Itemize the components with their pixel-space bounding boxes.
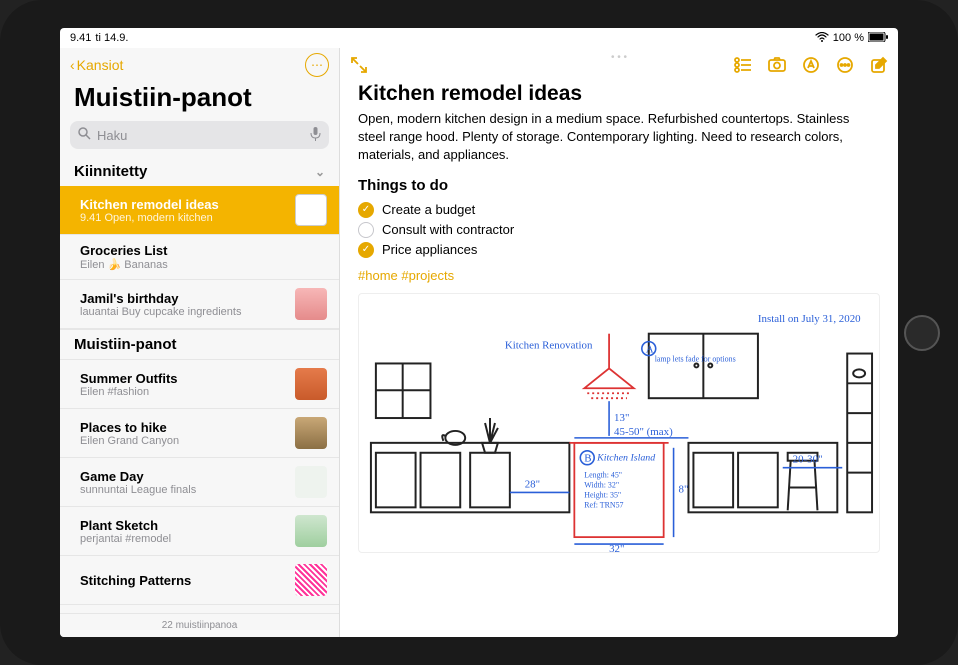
pinned-label: Kiinnitetty — [74, 163, 147, 180]
compose-icon[interactable] — [870, 56, 888, 74]
note-count: 22 muistiinpanoa — [60, 613, 339, 637]
more-icon[interactable] — [836, 56, 854, 74]
wifi-icon — [815, 32, 829, 45]
note-item-kitchen[interactable]: Kitchen remodel ideas 9.41 Open, modern … — [60, 186, 339, 235]
dim-28: 28" — [525, 478, 540, 490]
status-time: 9.41 — [70, 32, 91, 44]
note-item-outfits[interactable]: Summer Outfits Eilen #fashion — [60, 360, 339, 409]
circle-a: A — [646, 343, 654, 355]
note-subtitle: perjantai #remodel — [80, 533, 287, 545]
sidebar-title: Muistiin-panot — [60, 78, 339, 121]
checklist-item[interactable]: ✓ Price appliances — [358, 240, 880, 260]
note-thumbnail — [295, 417, 327, 449]
note-thumbnail — [295, 466, 327, 498]
note-subtitle: sunnuntai League finals — [80, 484, 287, 496]
note-body[interactable]: Kitchen remodel ideas Open, modern kitch… — [340, 82, 898, 637]
dim-32: 32" — [609, 543, 624, 552]
search-input[interactable]: Haku — [70, 121, 329, 149]
back-button[interactable]: ‹ Kansiot — [70, 57, 123, 73]
checkbox-checked-icon[interactable]: ✓ — [358, 242, 374, 258]
status-date: ti 14.9. — [95, 32, 128, 44]
note-title: Groceries List — [80, 243, 327, 258]
checklist-icon[interactable] — [734, 56, 752, 74]
drag-handle-icon[interactable]: • • • — [611, 52, 627, 63]
dim-8: 8" — [679, 483, 689, 495]
checkbox-checked-icon[interactable]: ✓ — [358, 202, 374, 218]
note-subtitle: Eilen 🍌 Bananas — [80, 258, 327, 271]
microphone-icon[interactable] — [310, 127, 321, 144]
content-pane: • • • — [340, 48, 898, 637]
checkbox-unchecked-icon[interactable] — [358, 222, 374, 238]
note-title: Places to hike — [80, 420, 287, 435]
camera-icon[interactable] — [768, 56, 786, 74]
search-icon — [78, 127, 91, 143]
sketch-install-date: Install on July 31, 2020 — [758, 312, 861, 324]
note-tags[interactable]: #home #projects — [358, 268, 880, 283]
note-title: Jamil's birthday — [80, 291, 287, 306]
note-list[interactable]: Kitchen remodel ideas 9.41 Open, modern … — [60, 186, 339, 613]
dim-45-50: 45-50" (max) — [614, 425, 673, 437]
checklist: ✓ Create a budget Consult with contracto… — [358, 200, 880, 260]
things-heading: Things to do — [358, 177, 880, 194]
note-item-gameday[interactable]: Game Day sunnuntai League finals — [60, 458, 339, 507]
checklist-label: Consult with contractor — [382, 222, 514, 237]
notes-label: Muistiin-panot — [74, 336, 176, 353]
dim-13: 13" — [614, 412, 629, 424]
sidebar: ‹ Kansiot ⋯ Muistiin-panot Haku — [60, 48, 340, 637]
note-title: Stitching Patterns — [80, 573, 287, 588]
notes-section-header[interactable]: Muistiin-panot — [60, 329, 339, 360]
note-title: Summer Outfits — [80, 371, 287, 386]
battery-percent: 100 % — [833, 32, 864, 44]
note-description: Open, modern kitchen design in a medium … — [358, 110, 880, 165]
lamp-note: lamp lets fade for options — [655, 354, 736, 363]
note-item-birthday[interactable]: Jamil's birthday lauantai Buy cupcake in… — [60, 280, 339, 329]
markup-icon[interactable] — [802, 56, 820, 74]
note-item-groceries[interactable]: Groceries List Eilen 🍌 Bananas — [60, 235, 339, 280]
expand-icon[interactable] — [350, 56, 368, 74]
note-item-hike[interactable]: Places to hike Eilen Grand Canyon — [60, 409, 339, 458]
note-thumbnail — [295, 515, 327, 547]
chevron-left-icon: ‹ — [70, 57, 75, 73]
chevron-down-icon: ⌄ — [315, 165, 325, 179]
checklist-label: Create a budget — [382, 202, 475, 217]
note-item-plant[interactable]: Plant Sketch perjantai #remodel — [60, 507, 339, 556]
note-subtitle: Eilen #fashion — [80, 386, 287, 398]
checklist-item[interactable]: Consult with contractor — [358, 220, 880, 240]
island-label: Kitchen Island — [596, 452, 655, 463]
checklist-item[interactable]: ✓ Create a budget — [358, 200, 880, 220]
note-subtitle: 9.41 Open, modern kitchen — [80, 212, 287, 224]
note-subtitle: lauantai Buy cupcake ingredients — [80, 306, 287, 318]
note-thumbnail — [295, 194, 327, 226]
sketch-title: Kitchen Renovation — [505, 339, 593, 351]
circle-b: B — [584, 452, 591, 464]
note-subtitle: Eilen Grand Canyon — [80, 435, 287, 447]
search-placeholder: Haku — [97, 128, 127, 143]
ipad-frame: 9.41 ti 14.9. 100 % ‹ Kansiot — [0, 0, 958, 665]
main-area: ‹ Kansiot ⋯ Muistiin-panot Haku — [60, 48, 898, 637]
note-heading: Kitchen remodel ideas — [358, 82, 880, 106]
dim-20-30: 20-30" — [793, 453, 823, 465]
pinned-section-header[interactable]: Kiinnitetty ⌄ — [60, 157, 339, 186]
note-title: Game Day — [80, 469, 287, 484]
note-title: Kitchen remodel ideas — [80, 197, 287, 212]
note-title: Plant Sketch — [80, 518, 287, 533]
battery-icon — [868, 32, 888, 45]
note-thumbnail — [295, 288, 327, 320]
island-specs: Length: 45" Width: 32" Height: 35" Ref: … — [584, 470, 624, 509]
screen: 9.41 ti 14.9. 100 % ‹ Kansiot — [60, 28, 898, 637]
ellipsis-icon: ⋯ — [311, 58, 323, 72]
content-toolbar: • • • — [340, 48, 898, 82]
sketch-drawing[interactable]: Kitchen Renovation Install on July 31, 2… — [358, 293, 880, 553]
checklist-label: Price appliances — [382, 242, 477, 257]
back-label: Kansiot — [77, 57, 124, 73]
status-bar: 9.41 ti 14.9. 100 % — [60, 28, 898, 48]
note-thumbnail — [295, 564, 327, 596]
note-thumbnail — [295, 368, 327, 400]
home-button[interactable] — [904, 315, 940, 351]
note-item-stitching[interactable]: Stitching Patterns — [60, 556, 339, 605]
more-options-button[interactable]: ⋯ — [305, 53, 329, 77]
